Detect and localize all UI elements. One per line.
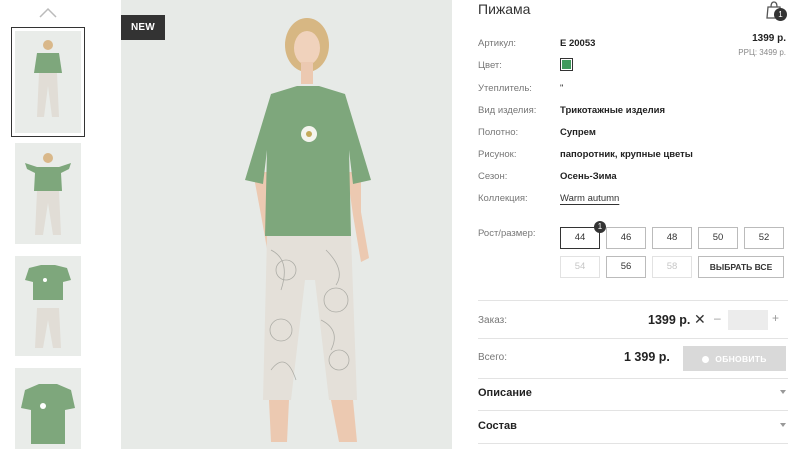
accordion-title: Описание — [478, 387, 532, 399]
chevron-down-icon — [780, 423, 786, 427]
attr-value: Супрем — [560, 127, 596, 138]
size-50[interactable]: 50 — [698, 227, 738, 249]
thumbnail-1[interactable] — [11, 27, 85, 137]
attr-value: " — [560, 83, 564, 94]
color-swatch[interactable] — [560, 58, 573, 71]
accordion-description[interactable]: Описание — [478, 382, 788, 406]
recommended-price: РРЦ: 3499 р. — [738, 48, 786, 57]
total-value: 1 399 р. — [624, 350, 670, 364]
product-price: 1399 р. — [752, 33, 786, 44]
attr-value: Трикотажные изделия — [560, 105, 666, 116]
divider — [478, 300, 788, 301]
divider — [478, 410, 788, 411]
collection-link[interactable]: Warm autumn — [560, 193, 619, 204]
size-46[interactable]: 46 — [606, 227, 646, 249]
product-page: NEW Пижама 1 1399 р. РРЦ: 3499 р. Артику… — [0, 0, 800, 449]
total-label: Всего: — [478, 352, 507, 363]
qty-increase-button[interactable]: + — [772, 311, 779, 325]
select-all-sizes-button[interactable]: ВЫБРАТЬ ВСЕ — [698, 256, 784, 278]
new-badge: NEW — [121, 15, 165, 40]
size-count-badge: 1 — [594, 221, 606, 233]
attr-label: Цвет: — [478, 60, 502, 71]
cart-button[interactable]: 1 — [764, 0, 787, 22]
product-title: Пижама — [478, 1, 531, 17]
size-label: Рост/размер: — [478, 228, 536, 239]
size-52[interactable]: 52 — [744, 227, 784, 249]
chevron-down-icon — [780, 390, 786, 394]
thumbnail-3[interactable] — [15, 256, 81, 356]
thumbnail-gallery — [0, 0, 98, 449]
accordion-composition[interactable]: Состав — [478, 415, 788, 439]
attr-label: Вид изделия: — [478, 105, 537, 116]
quantity-input[interactable] — [728, 310, 768, 330]
chevron-up-icon[interactable] — [38, 6, 58, 20]
product-main-image[interactable]: NEW — [121, 0, 452, 449]
attr-label: Утеплитель: — [478, 83, 532, 94]
attr-label: Артикул: — [478, 38, 517, 49]
attr-value: Осень-Зима — [560, 171, 617, 182]
order-price: 1399 р. — [648, 313, 691, 327]
cart-count-badge: 1 — [774, 8, 787, 21]
attr-label: Полотно: — [478, 127, 519, 138]
update-button-label: ОБНОВИТЬ — [715, 353, 767, 364]
attr-label: Коллекция: — [478, 193, 528, 204]
update-icon — [702, 355, 710, 363]
product-details: Пижама 1 1399 р. РРЦ: 3499 р. Артикул: Е… — [478, 0, 788, 449]
size-48[interactable]: 48 — [652, 227, 692, 249]
attr-value: папоротник, крупные цветы — [560, 149, 693, 160]
attr-value: Е 20053 — [560, 38, 596, 49]
attr-label: Рисунок: — [478, 149, 517, 160]
size-54: 54 — [560, 256, 600, 278]
size-56[interactable]: 56 — [606, 256, 646, 278]
thumbnail-4[interactable] — [15, 368, 81, 449]
remove-icon[interactable]: ✕ — [694, 311, 706, 328]
accordion-title: Состав — [478, 420, 517, 432]
divider — [478, 443, 788, 444]
divider — [478, 378, 788, 379]
thumbnail-2[interactable] — [15, 143, 81, 244]
order-label: Заказ: — [478, 315, 508, 326]
divider — [478, 338, 788, 339]
qty-decrease-button[interactable]: – — [714, 311, 726, 325]
attr-label: Сезон: — [478, 171, 508, 182]
update-button[interactable]: ОБНОВИТЬ — [683, 346, 786, 371]
size-58: 58 — [652, 256, 692, 278]
